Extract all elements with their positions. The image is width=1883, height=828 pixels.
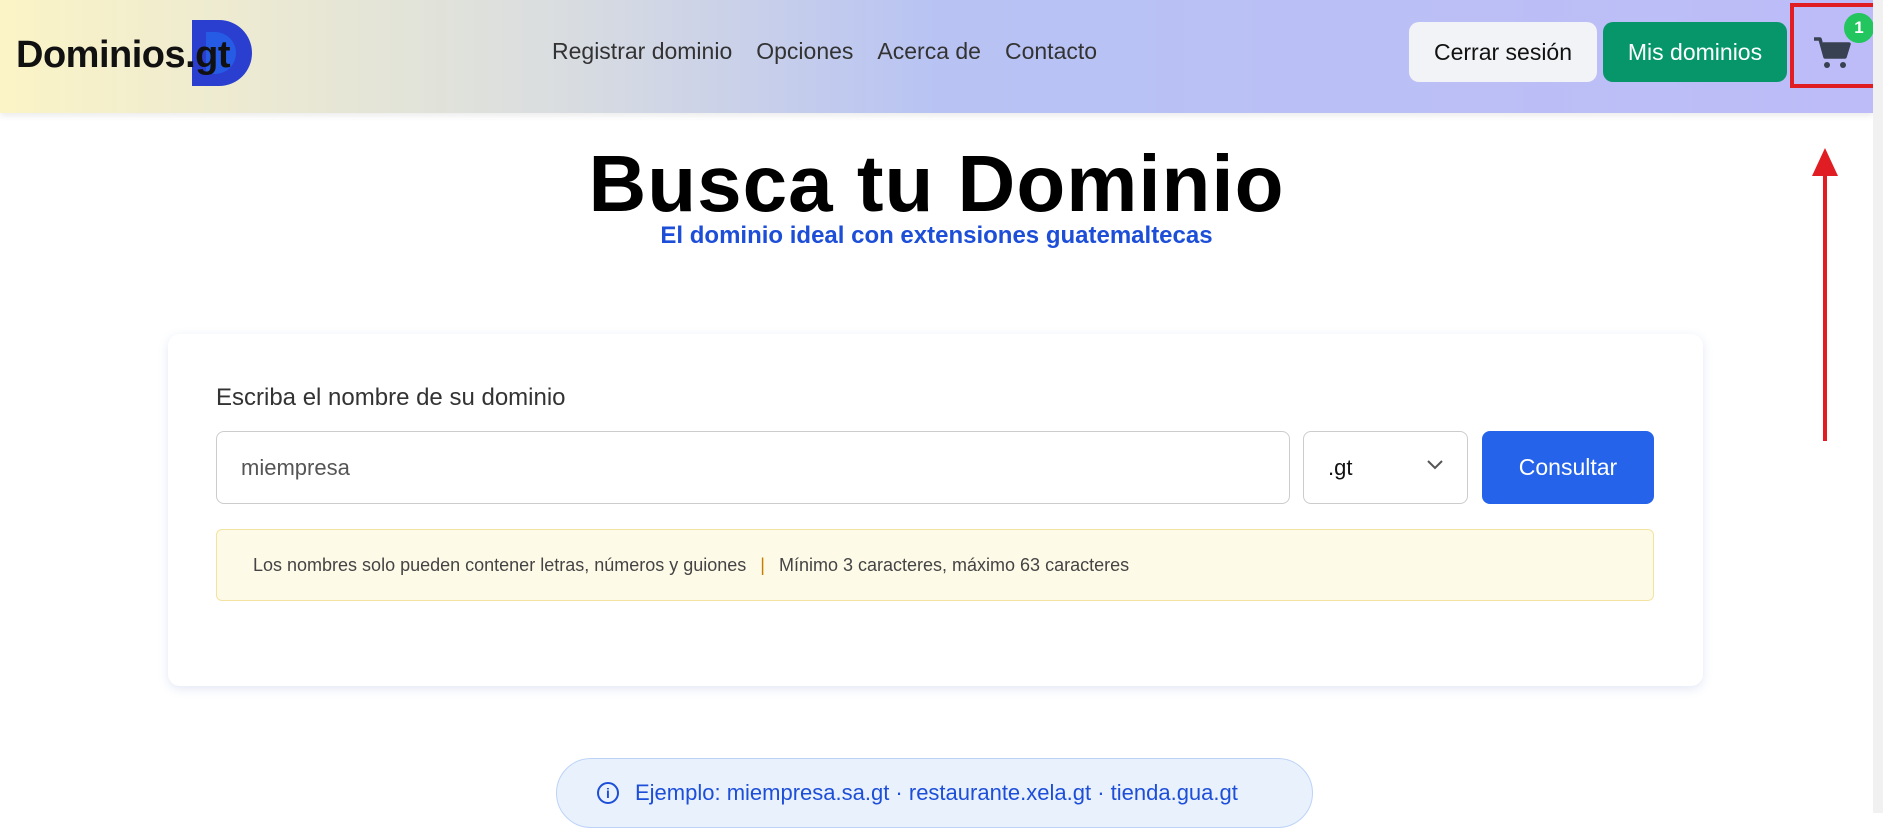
example-pill: i Ejemplo: miempresa.sa.gt · restaurante…	[556, 758, 1313, 828]
page-subtitle: El dominio ideal con extensiones guatema…	[660, 222, 1213, 249]
consultar-button[interactable]: Consultar	[1482, 431, 1654, 504]
search-card: Escriba el nombre de su dominio miempres…	[168, 334, 1703, 686]
logout-button[interactable]: Cerrar sesión	[1409, 22, 1597, 82]
nav-registrar-dominio[interactable]: Registrar dominio	[552, 38, 732, 65]
rule-separator: |	[760, 554, 765, 575]
nav-opciones[interactable]: Opciones	[756, 38, 853, 65]
info-icon: i	[597, 782, 619, 804]
extension-select[interactable]: .gt	[1303, 431, 1468, 504]
nav-contacto[interactable]: Contacto	[1005, 38, 1097, 65]
nav-acerca-de[interactable]: Acerca de	[877, 38, 981, 65]
logo[interactable]: Dominios.gt	[16, 20, 252, 88]
example-text: Ejemplo: miempresa.sa.gt · restaurante.x…	[635, 780, 1238, 805]
cart-count-badge: 1	[1844, 13, 1874, 43]
cart-icon	[1814, 37, 1851, 68]
main-nav: Registrar dominio Opciones Acerca de Con…	[552, 38, 1097, 65]
header: Dominios.gt Registrar dominio Opciones A…	[0, 0, 1880, 113]
scrollbar[interactable]	[1873, 0, 1883, 813]
rule-length: Mínimo 3 caracteres, máximo 63 caractere…	[778, 554, 1130, 575]
page-title: Busca tu Dominio	[588, 139, 1285, 228]
rules-notice: Los nombres solo pueden contener letras,…	[216, 529, 1654, 601]
domain-input[interactable]: miempresa	[216, 431, 1290, 504]
my-domains-button[interactable]: Mis dominios	[1603, 22, 1787, 82]
domain-label: Escriba el nombre de su dominio	[216, 384, 566, 411]
cart-button[interactable]: 1	[1790, 3, 1880, 88]
chevron-down-icon	[1427, 460, 1443, 470]
logo-text: Dominios.gt	[16, 33, 231, 76]
rule-chars: Los nombres solo pueden contener letras,…	[253, 554, 747, 575]
extension-value: .gt	[1328, 454, 1353, 480]
